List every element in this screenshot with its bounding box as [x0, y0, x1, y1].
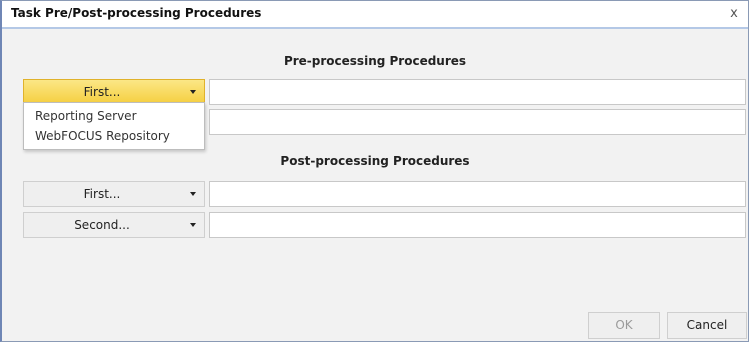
post-first-selector-label: First... [83, 187, 121, 201]
menu-item-reporting-server[interactable]: Reporting Server [24, 106, 204, 126]
pre-second-field[interactable] [209, 109, 746, 135]
pre-first-field[interactable] [209, 79, 746, 105]
chevron-down-icon [190, 223, 196, 227]
post-processing-heading: Post-processing Procedures [280, 154, 470, 168]
pre-first-selector-label: First... [83, 85, 121, 99]
post-first-selector[interactable]: First... [23, 181, 205, 207]
close-icon[interactable]: x [728, 7, 740, 21]
post-second-field[interactable] [209, 212, 746, 238]
ok-button[interactable]: OK [588, 312, 660, 339]
pre-first-dropdown-menu: Reporting Server WebFOCUS Repository [23, 102, 205, 150]
post-second-selector[interactable]: Second... [23, 212, 205, 238]
menu-item-webfocus-repository[interactable]: WebFOCUS Repository [24, 126, 204, 146]
post-second-selector-label: Second... [74, 218, 130, 232]
task-procedures-dialog: Task Pre/Post-processing Procedures x Pr… [0, 0, 749, 342]
dialog-title: Task Pre/Post-processing Procedures [11, 6, 262, 20]
dialog-titlebar: Task Pre/Post-processing Procedures x [2, 1, 748, 29]
cancel-button[interactable]: Cancel [667, 312, 747, 339]
chevron-down-icon [190, 90, 196, 94]
pre-processing-heading: Pre-processing Procedures [283, 54, 467, 68]
chevron-down-icon [190, 192, 196, 196]
post-first-field[interactable] [209, 181, 746, 207]
